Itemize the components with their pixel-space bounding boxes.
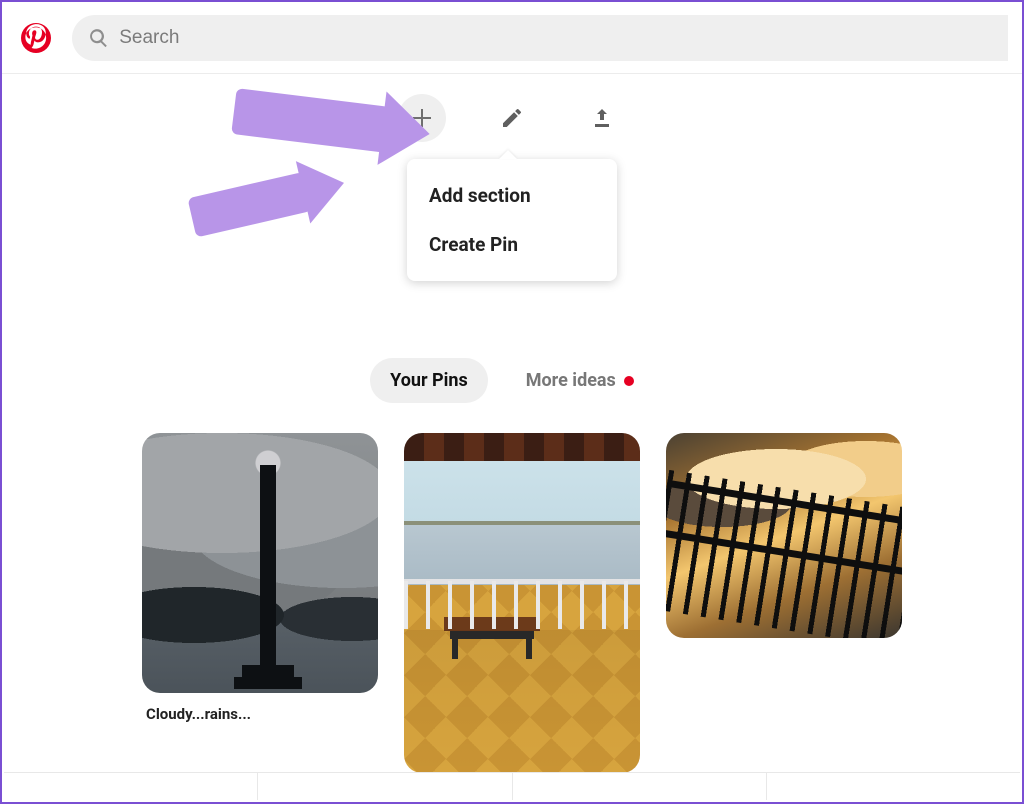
board-actions: Add section Create Pin <box>2 94 1022 142</box>
add-section-item[interactable]: Add section <box>407 171 617 220</box>
pin-card[interactable] <box>404 433 640 773</box>
pinterest-logo-icon <box>21 23 51 53</box>
pin-image <box>142 433 378 693</box>
notification-dot-icon <box>624 376 634 386</box>
tab-more-ideas[interactable]: More ideas <box>506 358 654 403</box>
edit-button[interactable] <box>488 94 536 142</box>
pin-image <box>404 433 640 773</box>
search-input[interactable] <box>119 27 992 49</box>
upload-icon <box>590 106 614 130</box>
footer-bar <box>4 772 1020 800</box>
search-bar[interactable] <box>72 15 1008 61</box>
search-icon <box>88 27 109 49</box>
fence-silhouette <box>666 460 902 638</box>
pin-card[interactable] <box>666 433 902 638</box>
pinterest-logo[interactable] <box>16 18 56 58</box>
pin-card[interactable]: Cloudy...rains... <box>142 433 378 723</box>
pin-image <box>666 433 902 638</box>
pencil-icon <box>500 106 524 130</box>
tab-more-ideas-label: More ideas <box>526 370 616 391</box>
add-dropdown: Add section Create Pin <box>407 159 617 281</box>
board-tabs: Your Pins More ideas <box>2 358 1022 403</box>
create-pin-item[interactable]: Create Pin <box>407 220 617 269</box>
tab-your-pins[interactable]: Your Pins <box>370 358 488 403</box>
pins-grid: Cloudy...rains... <box>2 403 1022 773</box>
app-header <box>2 2 1022 74</box>
pin-caption: Cloudy...rains... <box>146 705 374 723</box>
share-button[interactable] <box>578 94 626 142</box>
